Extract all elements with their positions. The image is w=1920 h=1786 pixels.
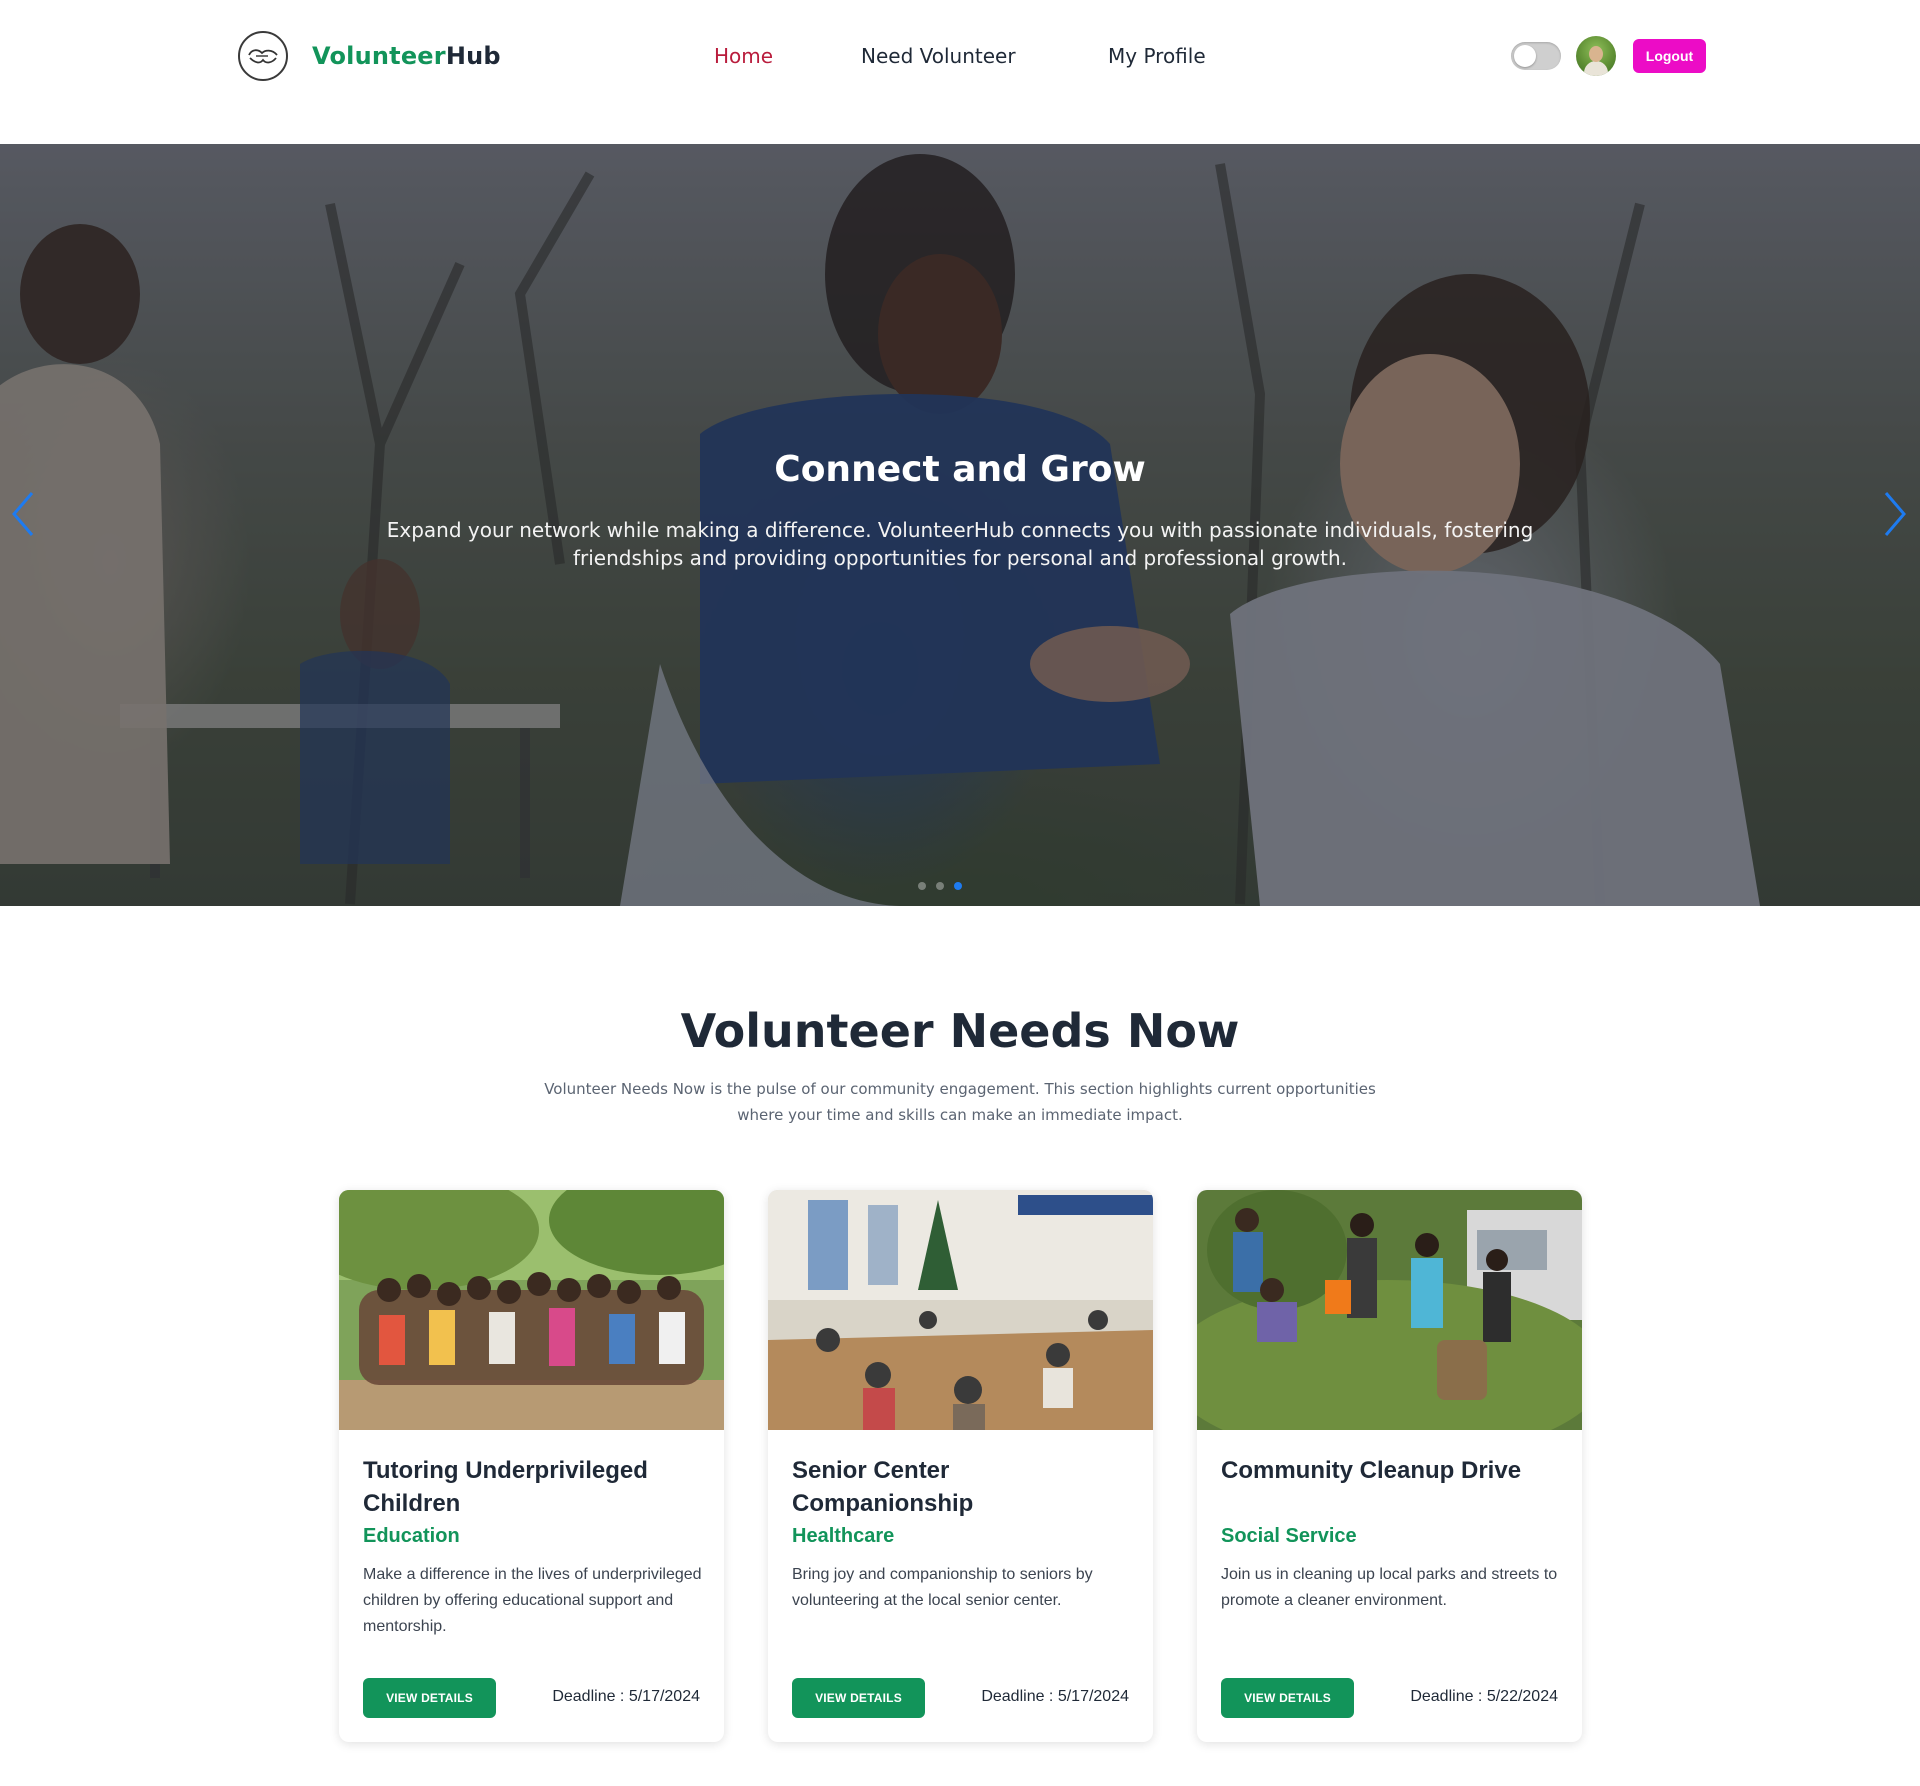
section-subtitle: Volunteer Needs Now is the pulse of our …: [544, 1080, 1376, 1124]
brand-name: VolunteerHub: [312, 42, 501, 70]
card-footer: VIEW DETAILS Deadline : 5/22/2024: [1221, 1678, 1558, 1718]
carousel-next-button[interactable]: [1880, 489, 1920, 549]
carousel-dot-1[interactable]: [918, 882, 926, 890]
card-description: Join us in cleaning up local parks and s…: [1221, 1566, 1558, 1609]
card-image-senior-center: [768, 1190, 1153, 1430]
chevron-left-icon: [8, 489, 52, 539]
navbar: VolunteerHub Home Need Volunteer My Prof…: [0, 0, 1920, 144]
nav-link-my-profile[interactable]: My Profile: [1108, 42, 1206, 70]
view-details-button[interactable]: VIEW DETAILS: [1221, 1678, 1354, 1718]
card-category: Healthcare: [792, 1525, 895, 1547]
logout-button[interactable]: Logout: [1633, 39, 1706, 73]
card-title: Senior Center Companionship: [792, 1457, 974, 1517]
theme-toggle-knob: [1514, 45, 1536, 67]
volunteer-card: Tutoring Underprivileged Children Educat…: [339, 1190, 724, 1742]
user-avatar[interactable]: [1576, 36, 1616, 76]
view-details-button[interactable]: VIEW DETAILS: [363, 1678, 496, 1718]
brand-name-primary: Volunteer: [312, 42, 446, 70]
card-body: Tutoring Underprivileged Children Educat…: [363, 1454, 703, 1640]
avatar-head: [1589, 46, 1603, 62]
card-deadline: Deadline : 5/22/2024: [1410, 1688, 1558, 1705]
card-description: Make a difference in the lives of underp…: [363, 1566, 702, 1635]
card-footer: VIEW DETAILS Deadline : 5/17/2024: [792, 1678, 1129, 1718]
theme-toggle[interactable]: [1511, 42, 1561, 70]
card-deadline: Deadline : 5/17/2024: [552, 1688, 700, 1705]
carousel-dot-2[interactable]: [936, 882, 944, 890]
carousel-pagination: [918, 882, 962, 890]
hero-text: Expand your network while making a diffe…: [386, 518, 1534, 570]
hero-title: Connect and Grow: [774, 449, 1146, 490]
section-title: Volunteer Needs Now: [680, 1004, 1240, 1058]
card-body: Community Cleanup Drive Social Service J…: [1221, 1454, 1561, 1614]
card-category: Social Service: [1221, 1525, 1357, 1547]
handshake-logo-icon: [238, 31, 288, 81]
card-title: Community Cleanup Drive: [1221, 1457, 1522, 1484]
brand-name-secondary: Hub: [445, 42, 501, 70]
avatar-body: [1584, 61, 1608, 76]
nav-link-home[interactable]: Home: [714, 42, 773, 70]
card-description: Bring joy and companionship to seniors b…: [792, 1566, 1093, 1609]
carousel-dot-3[interactable]: [954, 882, 962, 890]
volunteer-card: Community Cleanup Drive Social Service J…: [1197, 1190, 1582, 1742]
volunteer-card: Senior Center Companionship Healthcare B…: [768, 1190, 1153, 1742]
view-details-button[interactable]: VIEW DETAILS: [792, 1678, 925, 1718]
nav-link-need-volunteer[interactable]: Need Volunteer: [861, 42, 1016, 70]
hero-carousel: Connect and Grow Expand your network whi…: [0, 144, 1920, 906]
card-title: Tutoring Underprivileged Children: [363, 1457, 648, 1517]
card-body: Senior Center Companionship Healthcare B…: [792, 1454, 1132, 1614]
card-footer: VIEW DETAILS Deadline : 5/17/2024: [363, 1678, 700, 1718]
brand-logo-link[interactable]: VolunteerHub: [238, 31, 501, 81]
chevron-right-icon: [1880, 489, 1920, 539]
card-image-cleanup: [1197, 1190, 1582, 1430]
card-image-tutoring: [339, 1190, 724, 1430]
card-deadline: Deadline : 5/17/2024: [981, 1688, 1129, 1705]
card-category: Education: [363, 1525, 460, 1547]
carousel-prev-button[interactable]: [8, 489, 52, 549]
